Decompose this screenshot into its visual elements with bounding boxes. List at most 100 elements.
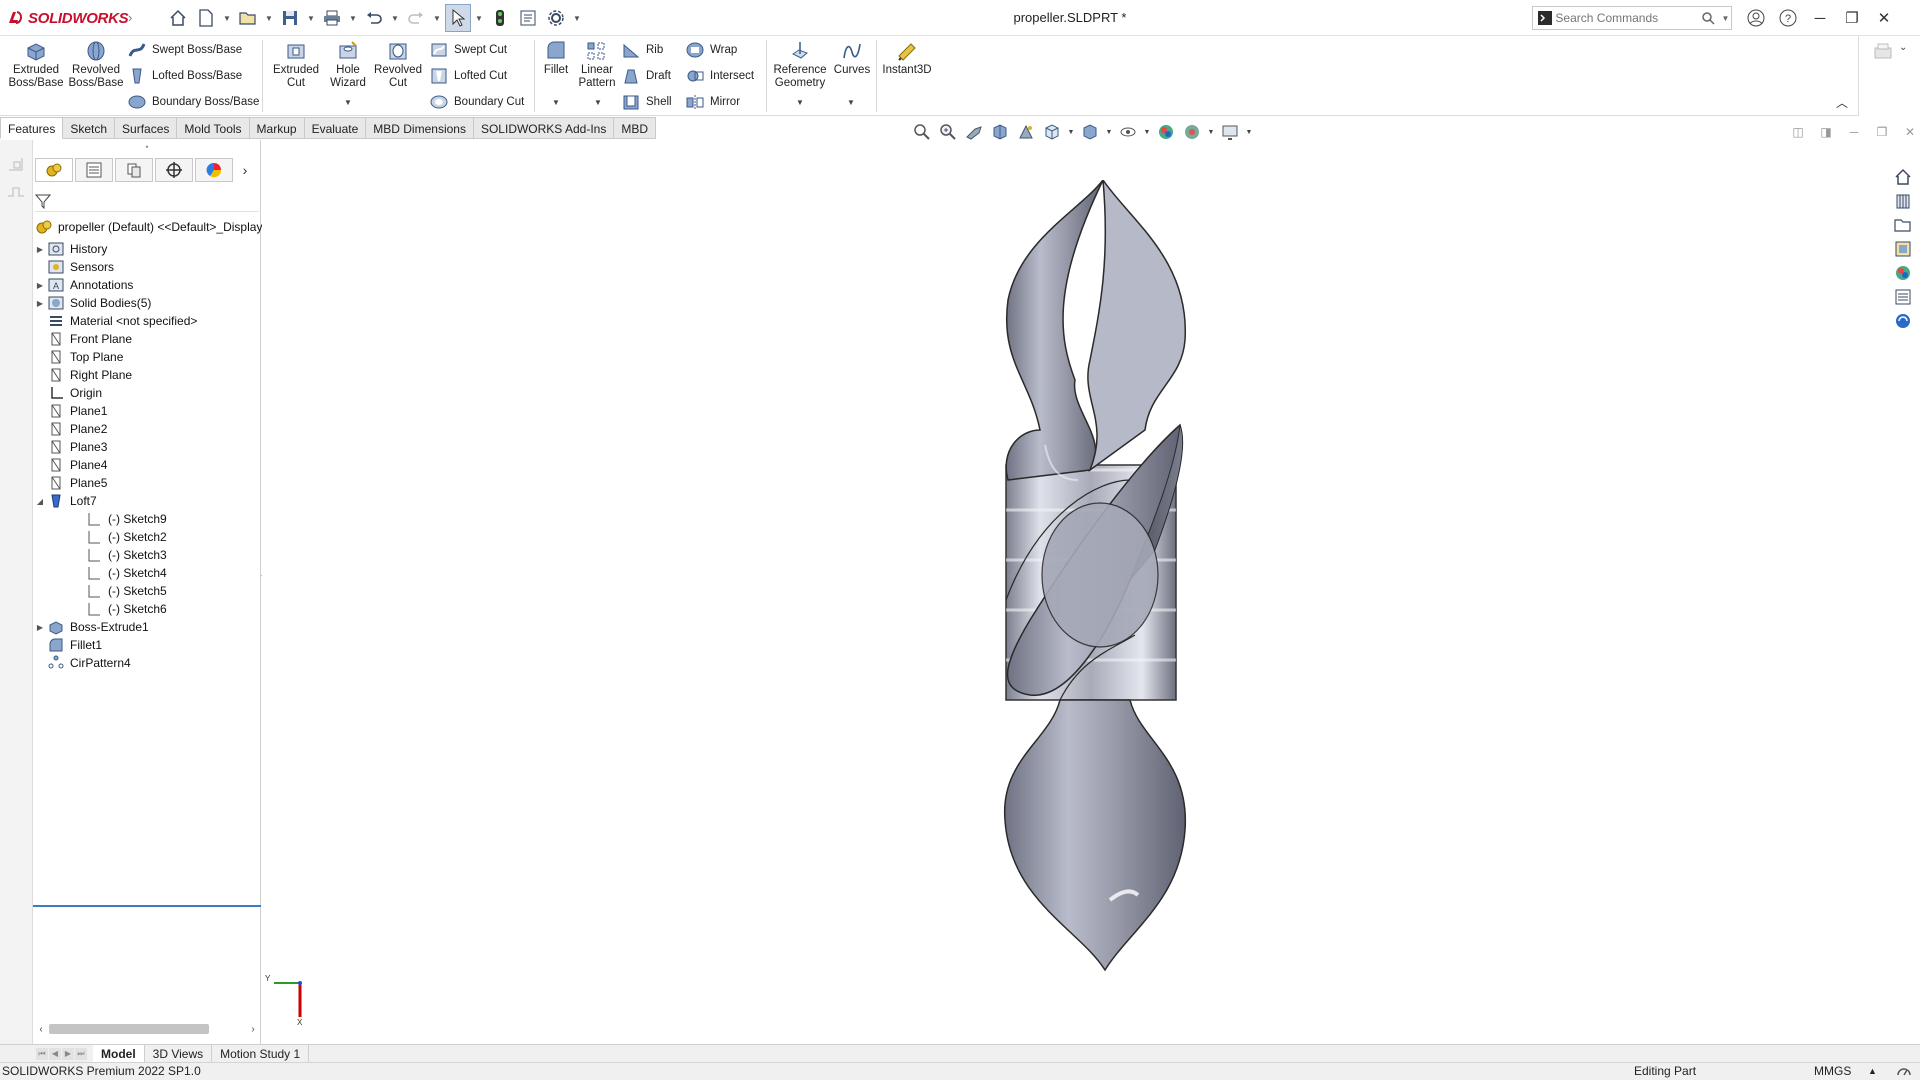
horizontal-scrollbar[interactable]: ‹ › — [33, 1020, 261, 1038]
mirror-button[interactable]: Mirror — [686, 90, 740, 114]
dynamic-annotation-icon[interactable] — [1014, 120, 1038, 144]
file-properties-icon[interactable] — [515, 4, 541, 32]
search-icon[interactable] — [1697, 7, 1717, 29]
linear-pattern-button[interactable]: Linear Pattern — [574, 40, 620, 96]
linear-pattern-dropdown-icon[interactable]: ▼ — [594, 98, 602, 107]
viewport-restore-icon[interactable]: ❐ — [1869, 120, 1895, 144]
unit-system-dropdown-icon[interactable]: ▲ — [1868, 1063, 1877, 1080]
sketch-mini-icon[interactable] — [6, 154, 26, 174]
swept-cut-button[interactable]: Swept Cut — [430, 38, 507, 62]
fillet-dropdown-icon[interactable]: ▼ — [552, 98, 560, 107]
print-dropdown-icon[interactable]: ▼ — [347, 4, 359, 32]
options-gear-icon[interactable] — [543, 4, 569, 32]
home-icon[interactable] — [165, 4, 191, 32]
search-dropdown-icon[interactable]: ▼ — [1720, 7, 1731, 29]
printer-tray-icon[interactable] — [1873, 42, 1895, 60]
display-manager-tab-icon[interactable] — [195, 158, 233, 182]
tree-root[interactable]: propeller (Default) <<Default>_Display — [35, 216, 262, 238]
account-icon[interactable] — [1740, 0, 1772, 36]
expand-arrow-icon[interactable]: ▶ — [33, 281, 47, 290]
view-orientation-dropdown-icon[interactable]: ▼ — [1066, 129, 1076, 136]
open-folder-icon[interactable] — [235, 4, 261, 32]
display-style-icon[interactable] — [1078, 120, 1102, 144]
rebuild-status-icon[interactable] — [1896, 1064, 1912, 1080]
panel-grip[interactable]: • — [33, 142, 261, 152]
tab-mold-tools[interactable]: Mold Tools — [177, 117, 250, 139]
redo-icon[interactable] — [403, 4, 429, 32]
restore-icon[interactable]: ❐ — [1836, 0, 1868, 36]
save-icon[interactable] — [277, 4, 303, 32]
new-document-icon[interactable] — [193, 4, 219, 32]
previous-tab-icon[interactable]: ◀ — [49, 1047, 61, 1060]
next-tab-icon[interactable]: ▶ — [62, 1047, 74, 1060]
edit-appearance-icon[interactable] — [1154, 120, 1178, 144]
viewport-close-icon[interactable]: ✕ — [1897, 120, 1920, 144]
property-manager-tab-icon[interactable] — [75, 158, 113, 182]
curves-dropdown-icon[interactable]: ▼ — [847, 98, 855, 107]
hole-wizard-dropdown-icon[interactable]: ▼ — [344, 98, 352, 107]
propeller-model[interactable] — [960, 177, 1220, 980]
swept-boss-button[interactable]: Swept Boss/Base — [128, 38, 242, 62]
open-dropdown-icon[interactable]: ▼ — [263, 4, 275, 32]
revolved-cut-button[interactable]: Revolved Cut — [368, 40, 428, 96]
apply-scene-icon[interactable] — [1180, 120, 1204, 144]
lofted-boss-button[interactable]: Lofted Boss/Base — [128, 64, 242, 88]
unit-system[interactable]: MMGS — [1814, 1063, 1851, 1080]
configuration-manager-tab-icon[interactable] — [115, 158, 153, 182]
extruded-cut-button[interactable]: Extruded Cut — [266, 40, 326, 96]
view-palette-icon[interactable] — [1890, 238, 1916, 260]
custom-properties-icon[interactable] — [1890, 286, 1916, 308]
solidworks-logo[interactable]: SOLIDWORKS — [6, 8, 129, 28]
design-library-icon[interactable] — [1890, 190, 1916, 212]
help-icon[interactable]: ? — [1772, 0, 1804, 36]
intersect-button[interactable]: Intersect — [686, 64, 754, 88]
tree-item[interactable]: CirPattern4 — [33, 652, 131, 674]
collapse-arrow-icon[interactable]: ◢ — [33, 497, 47, 506]
select-cursor-icon[interactable] — [445, 4, 471, 32]
tab-model[interactable]: Model — [93, 1044, 145, 1063]
tab-solidworks-add-ins[interactable]: SOLIDWORKS Add-Ins — [473, 117, 615, 139]
tab-mbd[interactable]: MBD — [614, 117, 657, 139]
search-commands[interactable]: ▼ — [1532, 6, 1732, 30]
tab-features[interactable]: Features — [0, 117, 64, 139]
extruded-boss-button[interactable]: Extruded Boss/Base — [6, 40, 66, 96]
boundary-cut-button[interactable]: Boundary Cut — [430, 90, 524, 114]
scroll-right-icon[interactable]: › — [245, 1024, 261, 1035]
view-orientation-icon[interactable] — [1040, 120, 1064, 144]
tab-markup[interactable]: Markup — [249, 117, 305, 139]
undo-dropdown-icon[interactable]: ▼ — [389, 4, 401, 32]
curves-button[interactable]: Curves — [830, 40, 874, 96]
viewport-split-left-icon[interactable]: ◫ — [1785, 120, 1811, 144]
expand-arrow-icon[interactable]: ▶ — [33, 245, 47, 254]
tab-surfaces[interactable]: Surfaces — [115, 117, 178, 139]
boundary-boss-button[interactable]: Boundary Boss/Base — [128, 90, 259, 114]
save-dropdown-icon[interactable]: ▼ — [305, 4, 317, 32]
tab-sketch[interactable]: Sketch — [63, 117, 116, 139]
tab-evaluate[interactable]: Evaluate — [304, 117, 367, 139]
appearances-scenes-icon[interactable] — [1890, 262, 1916, 284]
solidworks-resources-icon[interactable] — [1890, 166, 1916, 188]
select-dropdown-icon[interactable]: ▼ — [473, 4, 485, 32]
more-tabs-icon[interactable]: › — [235, 158, 255, 182]
search-input[interactable] — [1555, 8, 1696, 28]
view-settings-icon[interactable] — [1218, 120, 1242, 144]
menu-expand-icon[interactable]: › — [128, 8, 140, 28]
minimize-icon[interactable]: ─ — [1804, 0, 1836, 36]
hide-show-items-icon[interactable] — [1116, 120, 1140, 144]
previous-view-icon[interactable] — [962, 120, 986, 144]
revolved-boss-button[interactable]: Revolved Boss/Base — [66, 40, 126, 96]
hide-show-dropdown-icon[interactable]: ▼ — [1142, 129, 1152, 136]
tree-filter[interactable] — [35, 190, 259, 212]
scroll-thumb[interactable] — [49, 1024, 209, 1034]
zoom-to-fit-icon[interactable] — [910, 120, 934, 144]
instant3d-button[interactable]: Instant3D — [878, 40, 936, 96]
new-dropdown-icon[interactable]: ▼ — [221, 4, 233, 32]
expand-arrow-icon[interactable]: ▶ — [33, 299, 47, 308]
zoom-to-area-icon[interactable] — [936, 120, 960, 144]
rollback-bar[interactable] — [33, 905, 261, 907]
tab-mbd-dimensions[interactable]: MBD Dimensions — [366, 117, 474, 139]
viewport-split-right-icon[interactable]: ◨ — [1813, 120, 1839, 144]
traffic-light-icon[interactable] — [487, 4, 513, 32]
expand-arrow-icon[interactable]: ▶ — [33, 623, 47, 632]
redo-dropdown-icon[interactable]: ▼ — [431, 4, 443, 32]
